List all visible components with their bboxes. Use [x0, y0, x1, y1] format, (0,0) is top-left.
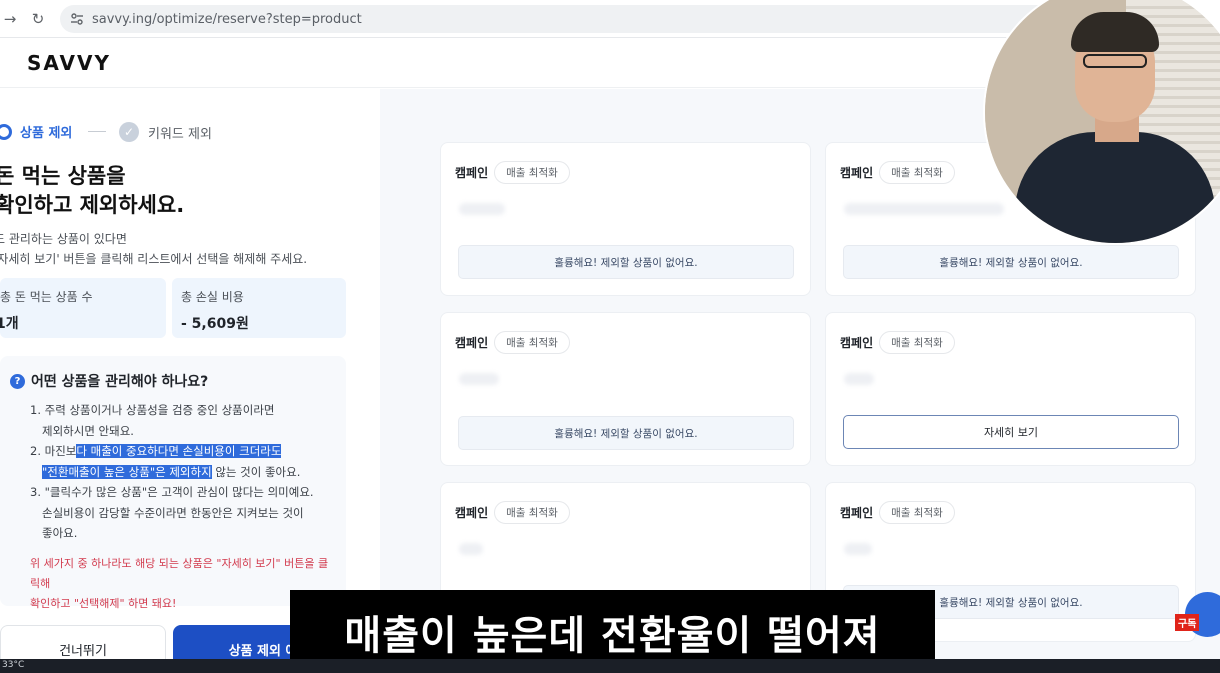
blurred-campaign-name	[459, 203, 505, 215]
guide-item-3c: 좋아요.	[42, 526, 78, 540]
site-settings-icon[interactable]	[68, 10, 86, 28]
guide-item-2b-highlight: "전환매출이 높은 상품"은 제외하지	[42, 464, 212, 479]
check-icon: ✓	[119, 122, 139, 142]
reload-icon[interactable]: ↻	[28, 9, 48, 29]
campaign-card: 캠페인 매출 최적화 자세히 보기	[825, 312, 1196, 466]
subscribe-badge[interactable]: 구독	[1175, 614, 1200, 631]
campaign-card: 캠페인 매출 최적화 훌륭해요! 제외할 상품이 없어요.	[440, 312, 811, 466]
campaign-label: 캠페인	[455, 166, 489, 180]
campaign-label: 캠페인	[840, 336, 874, 350]
blurred-campaign-name	[459, 543, 483, 555]
url-text: savvy.ing/optimize/reserve?step=product	[92, 11, 362, 27]
site-logo[interactable]: SAVVY	[27, 51, 111, 75]
guide-title: ? 어떤 상품을 관리해야 하나요?	[10, 371, 208, 391]
guide-title-text: 어떤 상품을 관리해야 하나요?	[31, 374, 209, 390]
guide-list: 1. 주력 상품이거나 상품성을 검증 중인 상품이라면 제외하시면 안돼요. …	[30, 400, 330, 544]
campaign-label: 캠페인	[455, 336, 489, 350]
step-divider	[88, 131, 106, 132]
guide-item-2a-plain: 2. 마진보	[30, 444, 77, 458]
step-product-exclude[interactable]: 상품 제외	[0, 122, 72, 141]
webcam-overlay	[983, 0, 1220, 245]
view-details-button[interactable]: 자세히 보기	[843, 415, 1179, 449]
desc-line-1: 도 관리하는 상품이 있다면	[0, 232, 127, 246]
guide-box: ? 어떤 상품을 관리해야 하나요? 1. 주력 상품이거나 상품성을 검증 중…	[0, 356, 346, 610]
page-headline: 돈 먹는 상품을 확인하고 제외하세요.	[0, 162, 260, 220]
guide-item-2b: "전환매출이 높은 상품"은 제외하지 않는 것이 좋아요.	[30, 462, 330, 483]
campaign-tag: 매출 최적화	[494, 161, 570, 184]
blurred-campaign-name	[844, 373, 874, 385]
guide-item-1a: 1. 주력 상품이거나 상품성을 검증 중인 상품이라면	[30, 403, 275, 417]
campaign-tag: 매출 최적화	[879, 161, 955, 184]
card-status: 훌륭해요! 제외할 상품이 없어요.	[458, 416, 794, 450]
headline-line-2: 확인하고 제외하세요.	[0, 193, 185, 217]
guide-item-2a: 2. 마진보다 매출이 중요하다면 손실비용이 크더라도	[30, 441, 330, 462]
guide-item-2b-plain: 않는 것이 좋아요.	[211, 464, 301, 479]
webcam-person-glasses	[1083, 54, 1147, 68]
campaign-tag: 매출 최적화	[879, 331, 955, 354]
blurred-campaign-name	[459, 373, 499, 385]
webcam-person-hair	[1071, 12, 1159, 52]
guide-item-1b: 제외하시면 안돼요.	[42, 423, 134, 438]
campaign-label: 캠페인	[840, 166, 874, 180]
card-header: 캠페인 매출 최적화	[840, 161, 955, 184]
campaign-tag: 매출 최적화	[494, 331, 570, 354]
forward-icon[interactable]: →	[0, 9, 20, 29]
os-taskbar	[0, 659, 1220, 673]
weather-temp: 33°C	[2, 660, 25, 670]
campaign-tag: 매출 최적화	[879, 501, 955, 524]
step-1-label: 상품 제외	[20, 126, 73, 141]
stat-product-count: 총 돈 먹는 상품 수 1개	[0, 278, 166, 338]
webcam-person-shirt	[1015, 132, 1215, 243]
card-header: 캠페인 매출 최적화	[840, 331, 955, 354]
guide-item-2a-highlight: 다 매출이 중요하다면 손실비용이 크더라도	[76, 444, 282, 458]
guide-item-3b: 손실비용이 감당할 수준이라면 한동안은 지켜보는 것이	[42, 505, 304, 520]
stat-loss-cost: 총 손실 비용 - 5,609원	[172, 278, 346, 338]
campaign-tag: 매출 최적화	[494, 501, 570, 524]
stat-loss-value: - 5,609원	[181, 316, 249, 332]
desc-line-2: '자세히 보기' 버튼을 클릭해 리스트에서 선택을 해제해 주세요.	[0, 252, 308, 266]
card-header: 캠페인 매출 최적화	[840, 501, 955, 524]
campaign-label: 캠페인	[840, 506, 874, 520]
step-keyword-exclude[interactable]: ✓ 키워드 제외	[119, 122, 212, 142]
blurred-campaign-name	[844, 543, 872, 555]
headline-line-1: 돈 먹는 상품을	[0, 164, 126, 188]
card-status: 훌륭해요! 제외할 상품이 없어요.	[843, 245, 1179, 279]
card-header: 캠페인 매출 최적화	[455, 501, 570, 524]
help-icon: ?	[10, 373, 25, 389]
stat-count-value: 1개	[0, 316, 19, 332]
stat-count-label: 총 돈 먹는 상품 수	[0, 290, 93, 304]
stat-loss-label: 총 손실 비용	[181, 290, 244, 304]
step-2-label: 키워드 제외	[148, 126, 212, 142]
blurred-campaign-name	[844, 203, 1004, 215]
card-header: 캠페인 매출 최적화	[455, 161, 570, 184]
campaign-card: 캠페인 매출 최적화 훌륭해요! 제외할 상품이 없어요.	[440, 142, 811, 296]
campaign-label: 캠페인	[455, 506, 489, 520]
page-description: 도 관리하는 상품이 있다면 '자세히 보기' 버튼을 클릭해 리스트에서 선택…	[0, 229, 320, 269]
guide-warning-line-1: 위 세가지 중 하나라도 해당 되는 상품은 "자세히 보기" 버튼을 클릭해	[30, 557, 329, 590]
step-active-icon	[0, 123, 12, 140]
card-header: 캠페인 매출 최적화	[455, 331, 570, 354]
guide-item-3a: 3. "클릭수가 많은 상품"은 고객이 관심이 많다는 의미예요.	[30, 485, 314, 499]
card-status: 훌륭해요! 제외할 상품이 없어요.	[458, 245, 794, 279]
